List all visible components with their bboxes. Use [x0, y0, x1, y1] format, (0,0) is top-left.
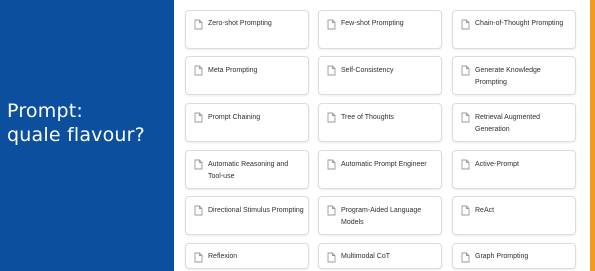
document-icon [461, 65, 470, 76]
document-icon [327, 252, 336, 263]
technique-label: Self-Consistency [341, 67, 394, 74]
technique-label: Multimodal CoT [341, 253, 391, 260]
technique-label: Generate Knowledge Prompting [475, 67, 541, 86]
document-icon [461, 112, 470, 123]
technique-label: ReAct [475, 207, 495, 214]
technique-card[interactable]: Tree of Thoughts [318, 103, 442, 142]
technique-card[interactable]: Self-Consistency [318, 56, 442, 95]
technique-card[interactable]: Chain-of-Thought Prompting [452, 10, 576, 49]
technique-card[interactable]: Few-shot Prompting [318, 10, 442, 49]
technique-label: Graph Prompting [475, 253, 529, 260]
technique-label: Meta Prompting [208, 67, 258, 74]
technique-card[interactable]: Meta Prompting [185, 56, 309, 95]
document-icon [461, 252, 470, 263]
technique-card[interactable]: Multimodal CoT [318, 243, 442, 269]
document-icon [461, 19, 470, 30]
technique-label: Reflexion [208, 253, 238, 260]
document-icon [327, 205, 336, 216]
technique-label: Directional Stimulus Prompting [208, 207, 304, 214]
technique-label: Chain-of-Thought Prompting [475, 20, 564, 27]
document-icon [194, 205, 203, 216]
technique-label: Tree of Thoughts [341, 114, 394, 121]
technique-label: Zero-shot Prompting [208, 20, 272, 27]
technique-card[interactable]: Automatic Prompt Engineer [318, 150, 442, 189]
title-line-2: quale flavour? [7, 124, 145, 146]
document-icon [194, 112, 203, 123]
title-line-1: Prompt: [7, 100, 83, 122]
accent-bar [590, 0, 595, 271]
technique-label: Active-Prompt [475, 161, 519, 168]
document-icon [327, 112, 336, 123]
technique-label: Program-Aided Language Models [341, 207, 422, 226]
technique-label: Prompt Chaining [208, 114, 261, 121]
slide-title: Prompt: quale flavour? [7, 99, 145, 147]
technique-label: Retrieval Augmented Generation [475, 114, 540, 133]
technique-label: Automatic Prompt Engineer [341, 161, 427, 168]
document-icon [194, 159, 203, 170]
technique-card[interactable]: Prompt Chaining [185, 103, 309, 142]
title-panel: Prompt: quale flavour? [0, 0, 174, 271]
technique-card[interactable]: Graph Prompting [452, 243, 576, 269]
technique-card[interactable]: Program-Aided Language Models [318, 196, 442, 235]
document-icon [327, 65, 336, 76]
technique-card[interactable]: Active-Prompt [452, 150, 576, 189]
technique-card[interactable]: ReAct [452, 196, 576, 235]
technique-card[interactable]: Reflexion [185, 243, 309, 269]
technique-card[interactable]: Retrieval Augmented Generation [452, 103, 576, 142]
document-icon [327, 159, 336, 170]
document-icon [194, 252, 203, 263]
technique-card[interactable]: Automatic Reasoning and Tool-use [185, 150, 309, 189]
technique-card[interactable]: Generate Knowledge Prompting [452, 56, 576, 95]
document-icon [194, 19, 203, 30]
document-icon [194, 65, 203, 76]
technique-label: Automatic Reasoning and Tool-use [208, 161, 289, 180]
technique-card[interactable]: Directional Stimulus Prompting [185, 196, 309, 235]
technique-card[interactable]: Zero-shot Prompting [185, 10, 309, 49]
document-icon [461, 205, 470, 216]
document-icon [461, 159, 470, 170]
technique-label: Few-shot Prompting [341, 20, 404, 27]
document-icon [327, 19, 336, 30]
